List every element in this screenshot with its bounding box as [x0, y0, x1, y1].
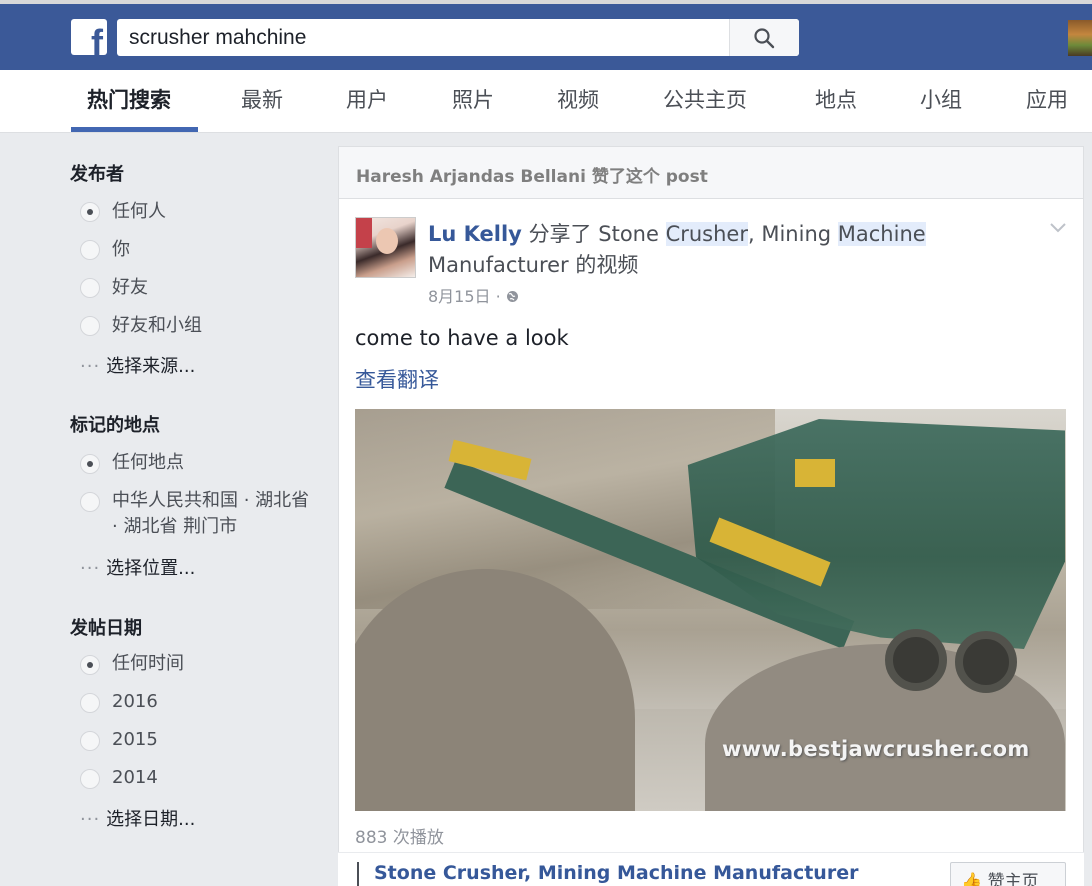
option-label[interactable]: 2014	[112, 765, 158, 791]
view-count: 883 次播放	[355, 828, 444, 848]
radio-date-2016[interactable]	[80, 693, 100, 713]
globe-icon	[506, 291, 518, 302]
video-suffix: 的视频	[575, 253, 639, 277]
like-page-label: 赞主页	[987, 872, 1039, 886]
more-dots-icon: ···	[80, 356, 101, 377]
top-navigation-bar: f	[0, 0, 1092, 70]
choose-location-link[interactable]: ··· 选择位置...	[80, 554, 195, 580]
radio-publisher-friends-groups[interactable]	[80, 316, 100, 336]
radio-publisher-anyone[interactable]	[80, 202, 100, 222]
result-context-header: Haresh Arjandas Bellani 赞了这个 post	[338, 146, 1084, 198]
tab-pages[interactable]: 公共主页	[663, 84, 747, 114]
choose-source-label: 选择来源...	[106, 356, 196, 377]
choose-source-link[interactable]: ··· 选择来源...	[80, 352, 195, 378]
tab-photos[interactable]: 照片	[452, 84, 494, 114]
see-translation-link[interactable]: 查看翻译	[355, 364, 439, 394]
option-label[interactable]: 你	[112, 237, 130, 263]
choose-date-link[interactable]: ··· 选择日期...	[80, 805, 195, 831]
result-context-text: Haresh Arjandas Bellani 赞了这个 post	[356, 167, 708, 187]
more-dots-icon: ···	[80, 558, 101, 579]
option-label[interactable]: 好友	[112, 275, 148, 301]
shared-text: 分享了	[528, 222, 592, 246]
post-date: 8月15日	[428, 287, 491, 306]
option-label[interactable]: 2016	[112, 689, 158, 715]
tab-videos[interactable]: 视频	[557, 84, 599, 114]
search-button[interactable]	[729, 19, 799, 56]
post-timestamp[interactable]: 8月15日 ·	[428, 283, 519, 307]
page-link-marker	[357, 862, 359, 886]
radio-location-any[interactable]	[80, 454, 100, 474]
tab-groups[interactable]: 小组	[920, 84, 962, 114]
video-watermark: www.bestjawcrusher.com	[722, 737, 1030, 761]
highlighted-term: Machine	[837, 222, 926, 246]
highlighted-term: Crusher	[665, 222, 748, 246]
video-wheel	[885, 629, 947, 691]
radio-date-any[interactable]	[80, 655, 100, 675]
filter-title-publisher: 发布者	[70, 164, 124, 185]
option-label[interactable]: 任何时间	[112, 651, 184, 677]
choose-date-label: 选择日期...	[106, 809, 196, 830]
page-name-part: , Mining	[748, 222, 838, 246]
tab-apps[interactable]: 应用	[1026, 84, 1068, 114]
radio-publisher-friends[interactable]	[80, 278, 100, 298]
video-machine-part	[795, 459, 835, 487]
option-label[interactable]: 2015	[112, 727, 158, 753]
post-header: Lu Kelly 分享了 Stone Crusher, Mining Machi…	[428, 219, 988, 281]
radio-publisher-you[interactable]	[80, 240, 100, 260]
tab-people[interactable]: 用户	[346, 84, 388, 114]
video-player[interactable]: www.bestjawcrusher.com	[355, 409, 1066, 811]
tab-top[interactable]: 热门搜索	[87, 84, 171, 114]
tab-latest[interactable]: 最新	[241, 84, 283, 114]
option-label[interactable]: 好友和小组	[112, 313, 202, 339]
page-name-part: Stone	[598, 222, 666, 246]
separator: ·	[495, 287, 506, 306]
profile-avatar[interactable]	[1068, 20, 1092, 56]
more-dots-icon: ···	[80, 809, 101, 830]
tab-places[interactable]: 地点	[815, 84, 857, 114]
video-wheel	[955, 631, 1017, 693]
option-label[interactable]: 任何地点	[112, 450, 184, 476]
search-box	[117, 19, 799, 56]
option-label[interactable]: 任何人	[112, 199, 166, 225]
radio-date-2015[interactable]	[80, 731, 100, 751]
radio-date-2014[interactable]	[80, 769, 100, 789]
active-tab-indicator	[71, 127, 198, 132]
choose-location-label: 选择位置...	[106, 558, 196, 579]
facebook-logo-icon[interactable]: f	[71, 19, 107, 55]
filter-title-location: 标记的地点	[70, 415, 160, 436]
search-tabs: 热门搜索 最新 用户 照片 视频 公共主页 地点 小组 应用	[0, 70, 1092, 133]
author-name-link[interactable]: Lu Kelly	[428, 222, 522, 246]
like-page-button[interactable]: 👍 赞主页	[950, 862, 1066, 886]
option-label[interactable]: 中华人民共和国 · 湖北省 · 湖北省 荆门市	[112, 488, 312, 540]
page-name-part: Manufacturer	[428, 253, 569, 277]
source-page-link[interactable]: Stone Crusher, Mining Machine Manufactur…	[374, 862, 858, 884]
search-input[interactable]	[117, 19, 731, 56]
thumbs-up-icon: 👍	[961, 872, 983, 886]
search-icon	[754, 28, 775, 49]
author-avatar[interactable]	[355, 217, 416, 278]
chevron-down-icon[interactable]	[1049, 222, 1067, 234]
radio-location-jingmen[interactable]	[80, 492, 100, 512]
post-message: come to have a look	[355, 326, 569, 350]
filter-title-date: 发帖日期	[70, 618, 142, 639]
